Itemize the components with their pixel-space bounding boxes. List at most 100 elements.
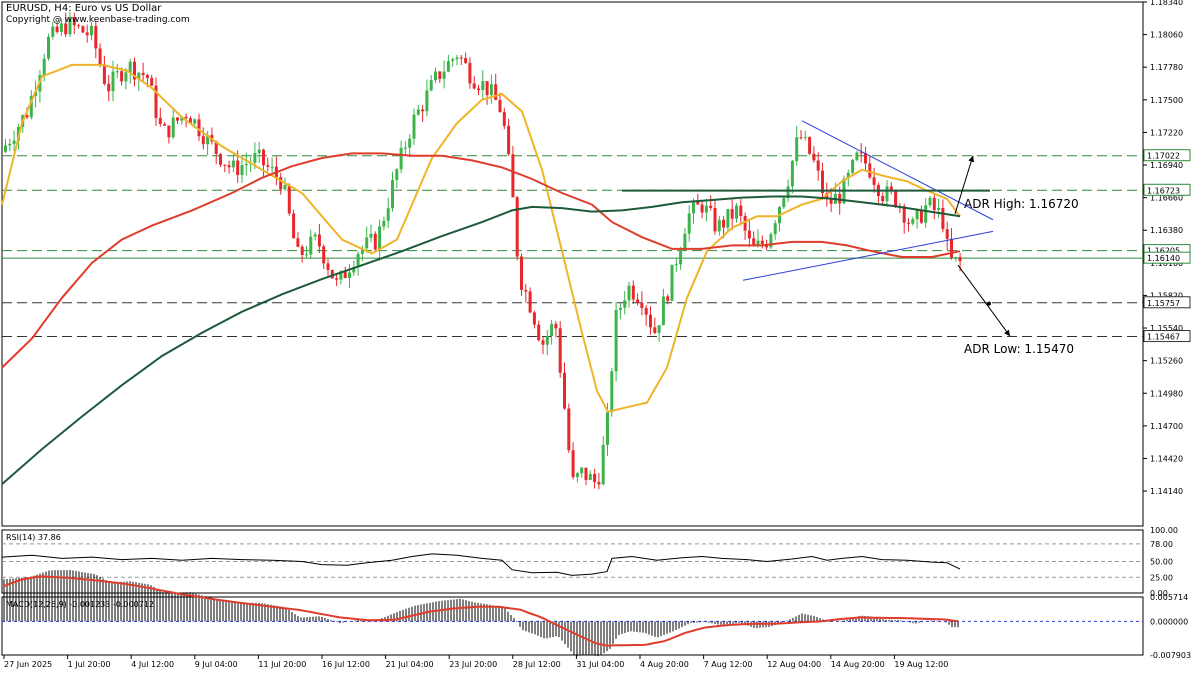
candle-body [571,450,575,478]
candle-body [704,205,708,213]
candle-body [803,137,807,139]
candle-body [812,153,816,161]
candle-body [494,84,498,100]
candle-body [193,119,197,124]
x-tick-label: 1 Jul 20:00 [68,660,111,669]
candle-body [894,190,898,207]
candle-body [580,467,584,474]
candle-body [369,233,373,238]
rsi-tick-label: 100.00 [1150,526,1178,535]
candle-body [412,114,416,139]
candle-body [696,201,700,205]
candle-body [937,207,941,210]
candle-body [528,291,532,313]
candle-body [739,205,743,216]
candle-body [223,164,227,166]
candle-body [554,323,558,329]
candle-body [236,160,240,176]
symbol-title: EURUSD, H4: Euro vs US Dollar [6,3,162,14]
candle-body [455,57,459,60]
y-tick-label: 1.14140 [1150,487,1183,496]
candle-body [670,264,674,301]
candle-body [219,153,222,165]
moving-average-line [1,195,961,485]
candle-body [391,180,394,209]
candle-body [386,208,390,221]
candle-body [382,220,386,227]
candle-body [429,80,433,91]
candle-body [408,138,412,148]
candle-body [489,84,493,96]
candle-body [292,213,296,239]
rsi-tick-label: 50.00 [1150,558,1173,567]
candle-body [472,83,476,89]
candle-body [107,83,111,92]
candle-body [403,147,407,149]
candle-body [601,444,605,485]
candle-body [567,408,571,451]
candle-body [550,323,554,337]
candle-body [859,152,863,154]
y-tick-label: 1.16940 [1150,161,1183,170]
candle-body [872,177,876,185]
x-tick-label: 11 Jul 20:00 [258,660,306,669]
x-tick-label: 28 Jul 12:00 [513,660,561,669]
candle-body [666,296,670,301]
y-tick-label: 1.16380 [1150,226,1183,235]
candle-body [468,62,472,84]
candle-body [606,412,609,445]
y-tick-label: 1.17500 [1150,96,1183,105]
candle-body [653,327,657,334]
adr-high-label: ADR High: 1.16720 [964,197,1079,211]
candle-body [760,240,764,244]
candle-body [808,137,812,154]
candle-body [317,234,321,247]
macd-tick-label: -0.007903 [1150,651,1191,660]
candle-body [614,309,618,372]
candle-body [446,61,450,72]
candle-body [266,165,270,167]
level-price-label: 1.16723 [1147,186,1180,195]
candle-body [77,25,81,27]
pane-frame [1,1,1144,527]
candle-body [683,233,687,250]
candle-body [575,473,579,478]
candle-body [231,160,235,168]
candle-body [885,186,889,202]
candle-body [941,207,945,230]
candle-body [700,204,704,213]
candle-body [657,325,661,334]
candle-body [244,163,248,166]
candle-body [184,116,188,119]
candle-body [631,285,635,300]
candle-body [911,219,915,224]
y-tick-label: 1.17780 [1150,63,1183,72]
candle-body [141,72,145,76]
candle-body [588,474,592,480]
candle-body [442,71,446,79]
candle-body [481,81,485,91]
x-tick-label: 19 Aug 12:00 [894,660,948,669]
arrow-down-to-adr-low [957,264,1011,337]
candle-body [326,263,330,270]
x-tick-label: 14 Aug 20:00 [831,660,885,669]
x-tick-label: 16 Jul 12:00 [322,660,370,669]
candle-body [85,32,89,36]
candle-body [98,48,102,65]
candle-body [434,71,437,81]
candle-body [81,26,85,33]
candle-body [395,169,399,181]
candle-body [330,269,334,279]
candle-body [515,197,519,257]
candle-body [115,71,119,73]
candle-body [928,197,932,206]
candle-body [94,25,98,49]
candle-body [55,26,59,32]
candle-body [954,257,958,259]
candle-body [649,314,652,328]
x-tick-label: 9 Jul 04:00 [195,660,238,669]
candle-body [799,137,803,139]
arrow-waypoint-dot [987,301,991,306]
candle-body [485,81,489,96]
rsi-tick-label: 25.00 [1150,573,1173,582]
